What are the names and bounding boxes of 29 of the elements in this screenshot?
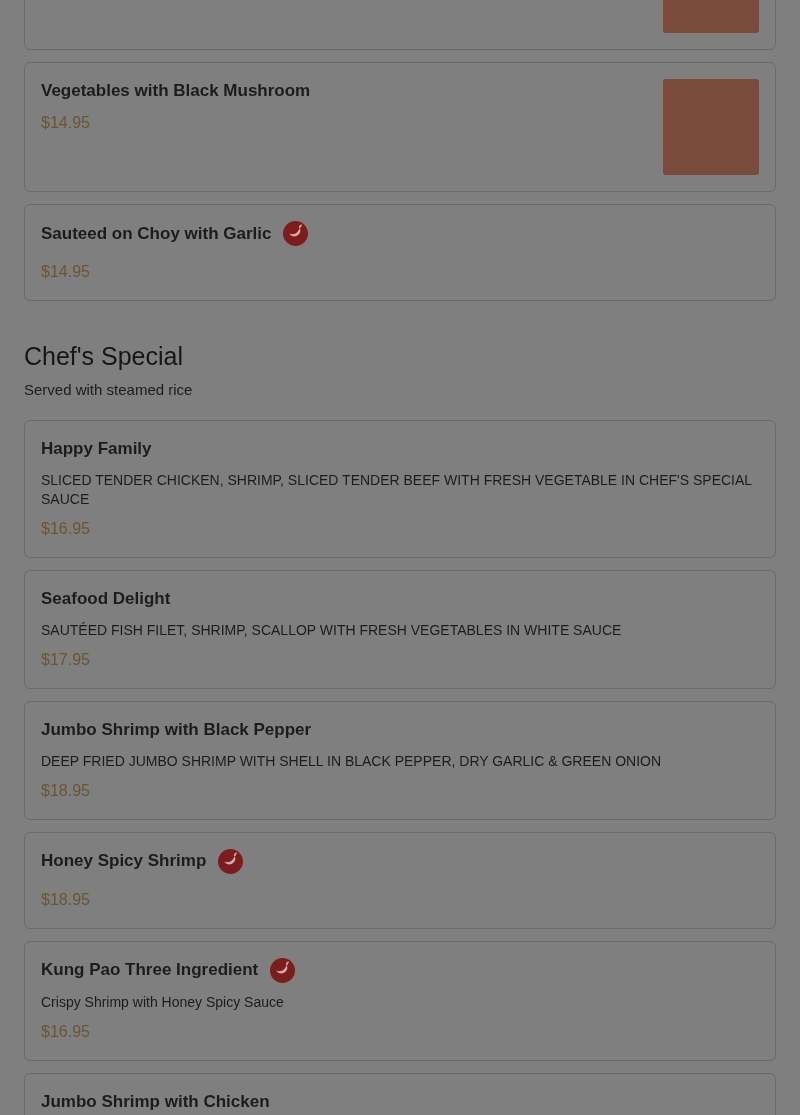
menu-item-card[interactable]: Vegetables with Black Mushroom $14.95: [24, 62, 776, 192]
dish-description: SLICED TENDER CHICKEN, SHRIMP, SLICED TENDER BEEF WITH FRESH VEGETABLE IN CHEF'S SPECIAL SAUCE: [41, 470, 753, 509]
dish-name: Seafood Delight: [41, 587, 171, 610]
menu-item-card[interactable]: Sauteed on Choy with Garlic $14.95: [24, 204, 776, 301]
menu-item-card[interactable]: Jumbo Shrimp with Chicken: [24, 1072, 776, 1115]
dish-price: $16.95: [41, 1021, 91, 1042]
dish-name: Vegetables with Black Mushroom: [41, 80, 311, 102]
section-subtitle: Served with steamed rice: [24, 380, 194, 400]
dish-name: Happy Family: [41, 437, 152, 460]
dish-description: Crispy Shrimp with Honey Spicy Sauce: [41, 992, 285, 1012]
dish-price: $16.95: [41, 518, 91, 539]
dish-description: SAUTÉED FISH FILET, SHRIMP, SCALLOP WITH FRESH VEGETABLES IN WHITE SAUCE: [41, 620, 623, 640]
dish-price: $18.95: [41, 780, 91, 801]
dish-name: Jumbo Shrimp with Black Pepper: [41, 718, 312, 741]
section-heading: Chef's Special: [24, 341, 185, 371]
menu-item-card[interactable]: Jumbo Shrimp with Black Pepper DEEP FRIED JUMBO SHRIMP WITH SHELL IN BLACK PEPPER, DRY GARLIC & GREEN ONION $18.95: [24, 700, 776, 820]
dish-price: $14.95: [41, 113, 91, 133]
menu-item-card[interactable]: Honey Spicy Shrimp $18.95: [24, 831, 776, 929]
menu-item-card[interactable]: Kung Pao Three Ingredient Crispy Shrimp with Honey Spicy Sauce $16.95: [24, 940, 776, 1061]
dish-name: Jumbo Shrimp with Chicken: [41, 1090, 270, 1113]
menu-item-card[interactable]: Seafood Delight SAUTÉED FISH FILET, SHRIMP, SCALLOP WITH FRESH VEGETABLES IN WHITE SAUCE $17.95: [24, 569, 776, 689]
dish-description: DEEP FRIED JUMBO SHRIMP WITH SHELL IN BLACK PEPPER, DRY GARLIC & GREEN ONION: [41, 751, 663, 771]
dish-name: Kung Pao Three Ingredient: [41, 959, 259, 981]
dish-name: Sauteed on Choy with Garlic: [41, 222, 272, 245]
dish-price: $14.95: [41, 262, 91, 282]
dish-price: $18.95: [41, 889, 91, 910]
dish-name: Honey Spicy Shrimp: [41, 850, 207, 872]
dish-price: $17.95: [41, 649, 91, 670]
menu-item-card[interactable]: Happy Family SLICED TENDER CHICKEN, SHRIMP, SLICED TENDER BEEF WITH FRESH VEGETABLE IN CHEF'S SPECIAL SAUCE $16.95: [24, 419, 776, 558]
